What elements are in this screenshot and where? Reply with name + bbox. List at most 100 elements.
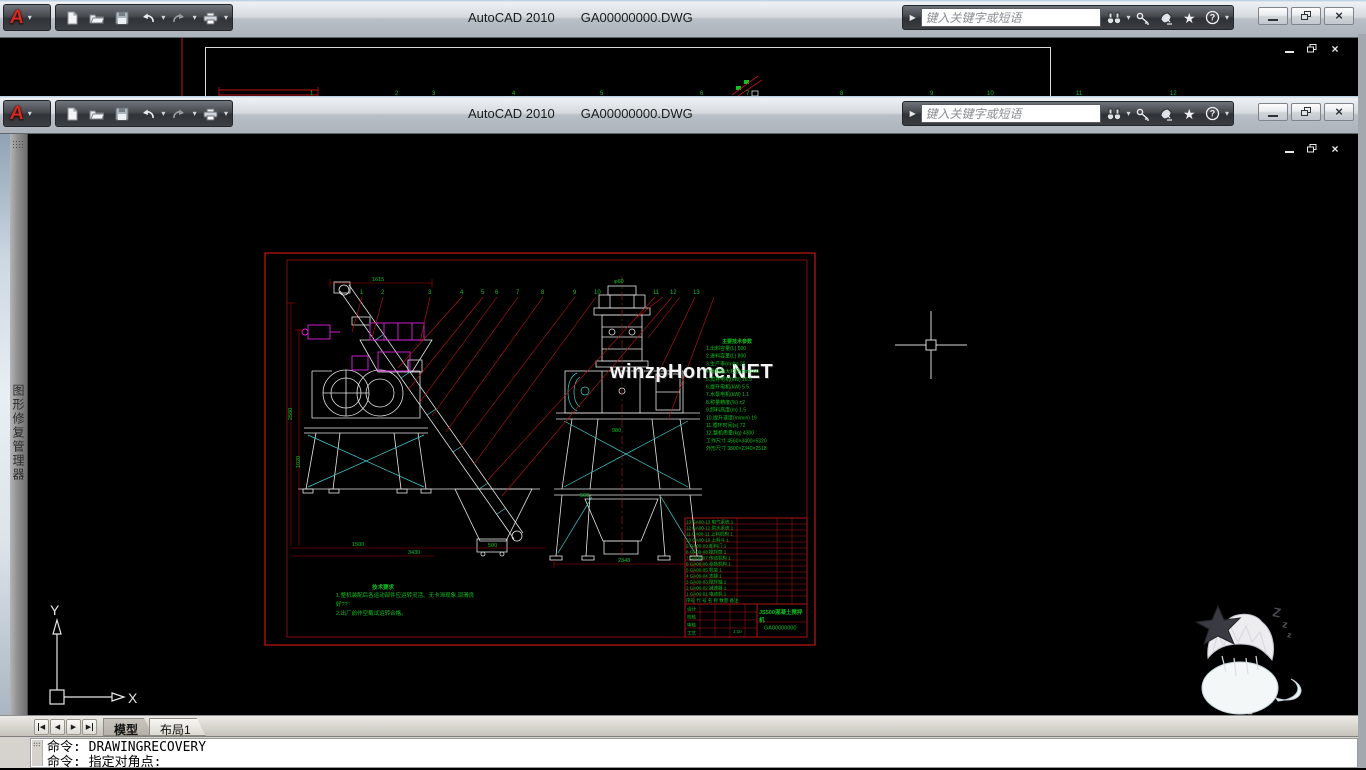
plot-button[interactable] bbox=[199, 6, 222, 29]
redo-button[interactable] bbox=[167, 102, 190, 125]
background-doc-window-controls: × bbox=[1282, 42, 1342, 55]
search-go-button[interactable]: ▶ bbox=[907, 13, 919, 22]
redo-dropdown-icon[interactable]: ▾ bbox=[193, 110, 197, 118]
spec-list: 1.出料容量(L) 500 2.进料容量(L) 800 3.生产率(m³/h) … bbox=[706, 345, 794, 453]
doc-restore-button[interactable] bbox=[1305, 42, 1319, 55]
chevron-down-icon[interactable]: ▾ bbox=[28, 110, 32, 118]
favorites-button[interactable]: ★ bbox=[1179, 103, 1200, 124]
restore-icon bbox=[1301, 107, 1312, 117]
titleblock-fields: 设计 校核 审核 工艺 bbox=[687, 605, 696, 637]
open-folder-icon bbox=[89, 11, 104, 25]
doc-restore-button[interactable] bbox=[1305, 142, 1319, 155]
satellite-dish-icon bbox=[1159, 107, 1174, 121]
save-button[interactable] bbox=[111, 6, 134, 29]
redo-arrow-icon bbox=[172, 11, 186, 25]
palette-grip-handle[interactable] bbox=[12, 140, 25, 148]
help-button[interactable]: ? bbox=[1202, 103, 1223, 124]
quick-access-toolbar: ▾ ▾ ▾ bbox=[55, 4, 233, 31]
window-border bbox=[1358, 34, 1366, 768]
undo-dropdown-icon[interactable]: ▾ bbox=[161, 110, 165, 118]
search-input[interactable] bbox=[921, 8, 1102, 27]
plot-dropdown-icon[interactable]: ▾ bbox=[224, 110, 228, 118]
subscription-button[interactable] bbox=[1133, 7, 1154, 28]
previous-tab-button[interactable]: ◀ bbox=[50, 719, 65, 735]
first-tab-icon: ◀ bbox=[38, 723, 45, 731]
open-file-button[interactable] bbox=[85, 6, 108, 29]
application-menu-button[interactable]: A ▾ bbox=[3, 100, 51, 127]
save-floppy-icon bbox=[115, 11, 129, 25]
spec-title: 主要技术参数 bbox=[722, 337, 752, 345]
doc-close-button[interactable]: × bbox=[1328, 142, 1342, 155]
background-window-canvas[interactable] bbox=[0, 34, 1358, 96]
doc-minimize-button[interactable] bbox=[1282, 42, 1296, 55]
search-dropdown-icon[interactable]: ▾ bbox=[1127, 14, 1131, 22]
window-title: AutoCAD 2010 GA00000000.DWG bbox=[468, 106, 693, 121]
help-icon: ? bbox=[1205, 106, 1220, 121]
search-input[interactable] bbox=[921, 104, 1102, 123]
doc-minimize-button[interactable] bbox=[1282, 142, 1296, 155]
bom-rows: 13 GA00-13 电气系统 1 12 GA00-12 供水系统 1 11 G… bbox=[686, 519, 806, 597]
window-title: AutoCAD 2010 GA00000000.DWG bbox=[468, 10, 693, 25]
next-tab-button[interactable]: ▶ bbox=[66, 719, 81, 735]
key-icon bbox=[1136, 11, 1151, 25]
notes-title: 技术要求 bbox=[372, 583, 394, 591]
help-dropdown-icon[interactable]: ▾ bbox=[1225, 14, 1229, 22]
last-tab-button[interactable]: ▶ bbox=[82, 719, 97, 735]
command-window[interactable]: 命令: DRAWINGRECOVERY 命令: 指定对角点: bbox=[30, 738, 1358, 768]
search-button[interactable] bbox=[1103, 7, 1124, 28]
help-dropdown-icon[interactable]: ▾ bbox=[1225, 110, 1229, 118]
close-button[interactable]: × bbox=[1324, 103, 1354, 121]
tab-layout1[interactable]: 布局1 bbox=[149, 718, 206, 736]
binoculars-icon bbox=[1106, 107, 1122, 121]
save-floppy-icon bbox=[115, 107, 129, 121]
quick-access-toolbar: ▾ ▾ ▾ bbox=[55, 100, 233, 127]
command-history: 命令: DRAWINGRECOVERY 命令: 指定对角点: bbox=[47, 740, 206, 770]
first-tab-button[interactable]: ◀ bbox=[34, 719, 49, 735]
tab-model[interactable]: 模型 bbox=[103, 718, 153, 736]
help-button[interactable]: ? bbox=[1202, 7, 1223, 28]
key-icon bbox=[1136, 107, 1151, 121]
undo-button[interactable] bbox=[136, 102, 159, 125]
desktop-mascot[interactable]: Z z z bbox=[1188, 600, 1308, 722]
restore-icon bbox=[1307, 144, 1317, 153]
plot-button[interactable] bbox=[199, 102, 222, 125]
minimize-button[interactable] bbox=[1258, 103, 1288, 121]
undo-button[interactable] bbox=[136, 6, 159, 29]
save-button[interactable] bbox=[111, 102, 134, 125]
minimize-button[interactable] bbox=[1258, 7, 1288, 25]
minimize-icon bbox=[1285, 151, 1294, 153]
open-file-button[interactable] bbox=[85, 102, 108, 125]
favorites-button[interactable]: ★ bbox=[1179, 7, 1200, 28]
close-button[interactable]: × bbox=[1324, 7, 1354, 25]
titleblock-scale: 1:10 bbox=[733, 629, 742, 634]
application-menu-button[interactable]: A ▾ bbox=[3, 4, 51, 31]
command-grip-handle[interactable] bbox=[32, 740, 43, 766]
doc-close-button[interactable]: × bbox=[1328, 42, 1342, 55]
search-dropdown-icon[interactable]: ▾ bbox=[1127, 110, 1131, 118]
chevron-down-icon[interactable]: ▾ bbox=[28, 14, 32, 22]
previous-tab-icon: ◀ bbox=[55, 723, 60, 731]
redo-button[interactable] bbox=[167, 6, 190, 29]
search-button[interactable] bbox=[1103, 103, 1124, 124]
restore-icon bbox=[1307, 44, 1317, 53]
printer-icon bbox=[203, 107, 218, 121]
restore-button[interactable] bbox=[1291, 103, 1321, 121]
svg-text:?: ? bbox=[1210, 13, 1216, 23]
new-file-button[interactable] bbox=[60, 102, 83, 125]
undo-dropdown-icon[interactable]: ▾ bbox=[161, 14, 165, 22]
communication-center-button[interactable] bbox=[1156, 103, 1177, 124]
minimize-icon bbox=[1268, 19, 1278, 21]
infocenter-panel: ▶ ▾ ★ ? ▾ bbox=[902, 101, 1234, 126]
drawing-recovery-palette-bar[interactable]: 图形修复管理器 bbox=[10, 134, 28, 715]
undo-arrow-icon bbox=[141, 11, 155, 25]
subscription-button[interactable] bbox=[1133, 103, 1154, 124]
notes-text: 1.整机装配后各运动部件应运转灵活、无卡滞现象,润滑良好??" 2.出厂前作空载… bbox=[336, 591, 476, 618]
restore-button[interactable] bbox=[1291, 7, 1321, 25]
search-go-button[interactable]: ▶ bbox=[907, 109, 919, 118]
drawing-name: JS500混凝土搅拌机 bbox=[759, 608, 807, 624]
plot-dropdown-icon[interactable]: ▾ bbox=[224, 14, 228, 22]
communication-center-button[interactable] bbox=[1156, 7, 1177, 28]
new-file-button[interactable] bbox=[60, 6, 83, 29]
redo-dropdown-icon[interactable]: ▾ bbox=[193, 14, 197, 22]
open-folder-icon bbox=[89, 107, 104, 121]
